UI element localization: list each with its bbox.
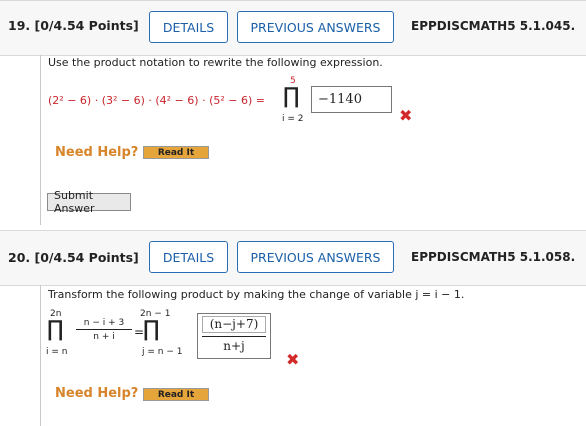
q19-need-help: Need Help? <box>55 145 139 160</box>
q20-right-lower: j = n − 1 <box>142 347 183 357</box>
q20-fraction-denominator: n + i <box>93 332 115 342</box>
q19-read-it-button[interactable]: Read It <box>143 146 209 159</box>
product-icon: ∏ <box>47 317 64 342</box>
q20-answer-numerator[interactable]: (n−j+7) <box>202 316 266 333</box>
product-icon: ∏ <box>283 84 300 109</box>
q20-details-button[interactable]: DETAILS <box>149 241 228 273</box>
q19-answer-value: −1140 <box>318 92 362 107</box>
q19-product-lower: i = 2 <box>282 114 304 124</box>
q20-previous-answers-button[interactable]: PREVIOUS ANSWERS <box>237 241 394 273</box>
wrong-answer-icon: ✖ <box>399 106 413 125</box>
q19-previous-answers-button[interactable]: PREVIOUS ANSWERS <box>237 11 394 43</box>
q19-problem-code: EPPDISCMATH5 5.1.045. <box>411 19 576 33</box>
q20-instruction: Transform the following product by makin… <box>48 288 465 301</box>
q20-answer-denominator[interactable]: n+j <box>202 339 266 356</box>
q20-answer-fraction-bar <box>202 336 266 337</box>
q20-body <box>40 285 586 426</box>
q19-expression: (2² − 6) · (3² − 6) · (4² − 6) · (5² − 6… <box>48 94 265 107</box>
q19-instruction: Use the product notation to rewrite the … <box>48 56 383 69</box>
q19-details-button[interactable]: DETAILS <box>149 11 228 43</box>
q20-fraction: n − i + 3 n + i <box>76 318 132 342</box>
product-icon: ∏ <box>143 317 160 342</box>
q19-answer-field[interactable]: −1140 <box>311 86 392 113</box>
q20-left-lower: i = n <box>46 347 68 357</box>
q19-submit-button[interactable]: Submit Answer <box>47 189 131 215</box>
q20-answer-field[interactable]: (n−j+7) n+j <box>197 313 271 359</box>
wrong-answer-icon: ✖ <box>286 350 300 369</box>
q20-fraction-numerator: n − i + 3 <box>76 318 132 330</box>
q19-header: 19. [0/4.54 Points] DETAILS PREVIOUS ANS… <box>0 0 586 56</box>
q20-read-it-button[interactable]: Read It <box>143 388 209 401</box>
q20-need-help: Need Help? <box>55 386 139 401</box>
q20-header: 20. [0/4.54 Points] DETAILS PREVIOUS ANS… <box>0 230 586 286</box>
q20-problem-code: EPPDISCMATH5 5.1.058. <box>411 250 576 264</box>
q19-number: 19. [0/4.54 Points] <box>8 18 139 33</box>
q20-number: 20. [0/4.54 Points] <box>8 250 139 265</box>
